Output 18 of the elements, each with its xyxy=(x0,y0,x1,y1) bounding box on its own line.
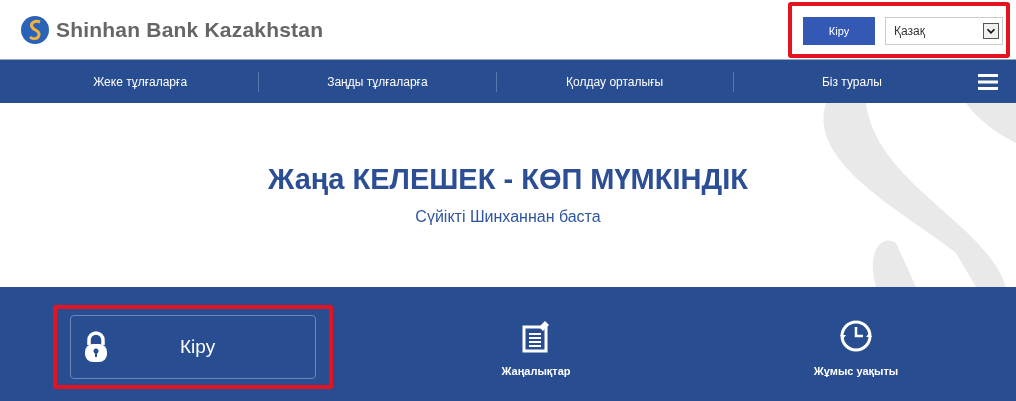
caret-icon xyxy=(983,22,999,39)
hero-title: Жаңа КЕЛЕШЕК - КӨП МҮМКІНДІК xyxy=(268,163,748,196)
notepad-icon xyxy=(522,318,550,353)
padlock-icon xyxy=(84,330,108,363)
nav-link[interactable]: Қолдау орталығы xyxy=(496,74,733,89)
login-button[interactable]: Кіру xyxy=(803,16,875,45)
hours-link[interactable]: Жұмыс уақыты xyxy=(726,308,986,381)
hero-subtitle: Сүйікті Шинханнан баста xyxy=(415,208,601,226)
language-select[interactable]: Қазақ xyxy=(885,16,1003,45)
nav-link[interactable]: Біз туралы xyxy=(733,74,970,89)
login-button[interactable]: Кіру xyxy=(70,314,316,379)
menu-icon[interactable] xyxy=(978,72,998,91)
news-link[interactable]: Жаңалықтар xyxy=(406,308,666,381)
logo-icon xyxy=(20,14,50,45)
logo-text[interactable]: Shinhan Bank Kazakhstan xyxy=(56,17,324,42)
clock-icon xyxy=(839,318,873,353)
nav-link[interactable]: Жеке тұлғаларға xyxy=(22,74,259,89)
nav-link[interactable]: Заңды тұлғаларға xyxy=(259,74,496,89)
